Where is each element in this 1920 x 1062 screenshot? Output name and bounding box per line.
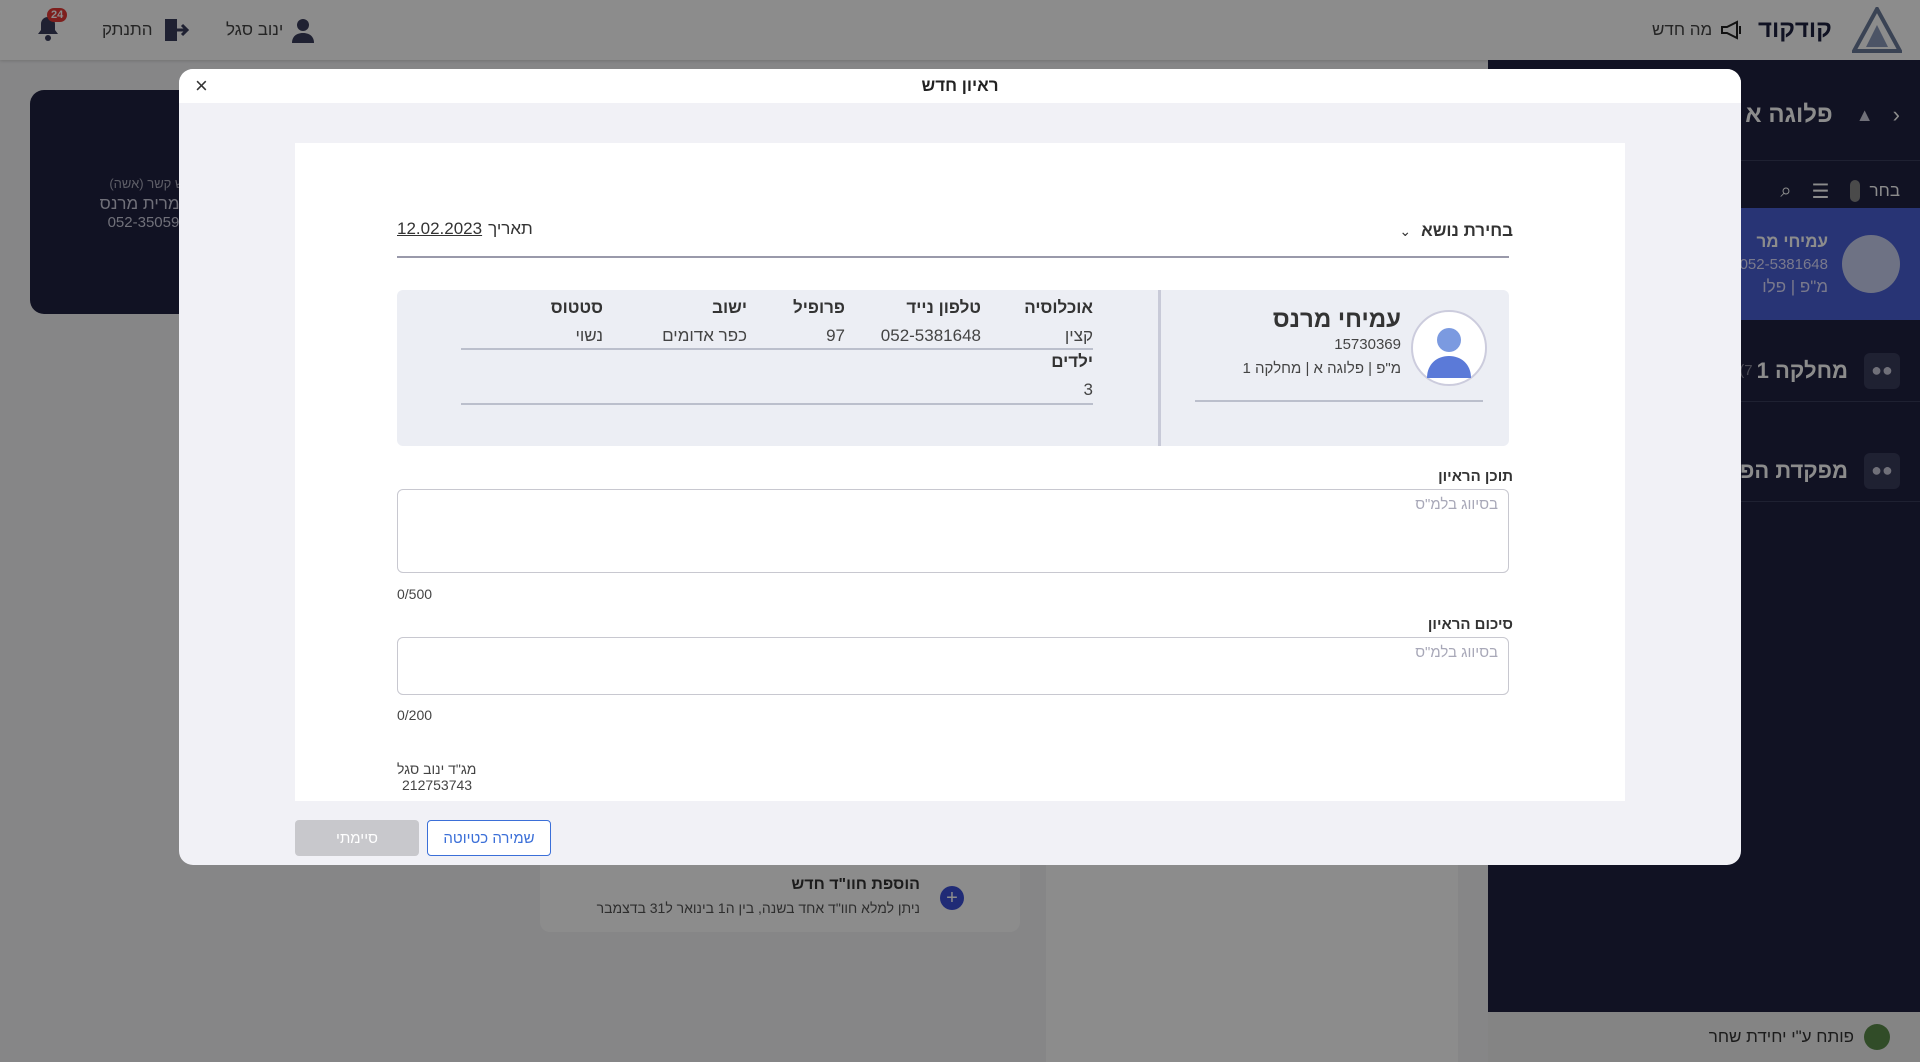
person-avatar-icon: [1427, 328, 1471, 378]
person-info-box: עמיחי מרנס 15730369 מ"פ | פלוגה א | מחלק…: [397, 290, 1509, 446]
divider: [1158, 290, 1161, 446]
save-draft-button[interactable]: שמירה כטיוטה: [427, 820, 551, 856]
content-counter: 0/500: [397, 586, 433, 602]
date-label: תאריך: [488, 219, 533, 238]
date-field[interactable]: 12.02.2023 תאריך: [397, 219, 533, 239]
chevron-down-icon: ⌄: [1399, 222, 1412, 239]
interviewer-id: 212753743: [402, 777, 473, 793]
done-button[interactable]: סיימתי: [295, 820, 419, 856]
topic-label: בחירת נושא: [1421, 221, 1513, 240]
field-city: ישוב כפר אדומים: [662, 298, 747, 345]
person-id: 15730369: [1334, 336, 1401, 353]
date-value: 12.02.2023: [397, 219, 483, 238]
avatar: [1411, 310, 1487, 386]
modal-title: ראיון חדש: [921, 76, 999, 95]
content-label: תוכן הראיון: [1438, 468, 1513, 485]
close-icon[interactable]: ×: [195, 73, 208, 99]
interviewer-role: מג"ד ינוב סגל: [397, 761, 477, 777]
divider: [461, 403, 1093, 405]
modal-panel: ⌄ בחירת נושא 12.02.2023 תאריך עמיחי מרנס…: [295, 143, 1625, 801]
person-unit: מ"פ | פלוגה א | מחלקה 1: [1242, 360, 1401, 377]
field-children: ילדים 3: [1051, 352, 1093, 399]
summary-label: סיכום הראיון: [1427, 616, 1513, 633]
divider: [397, 256, 1509, 258]
content-placeholder: בסיווג בלמ"ס: [1415, 496, 1498, 513]
summary-textarea[interactable]: בסיווג בלמ"ס: [397, 637, 1509, 695]
new-interview-modal: ראיון חדש × ⌄ בחירת נושא 12.02.2023 תארי…: [179, 69, 1741, 865]
person-name: עמיחי מרנס: [1272, 306, 1401, 333]
summary-placeholder: בסיווג בלמ"ס: [1415, 644, 1498, 661]
divider: [461, 348, 1093, 350]
modal-header: ראיון חדש ×: [179, 69, 1741, 103]
field-phone: טלפון נייד 052-5381648: [880, 298, 981, 345]
summary-counter: 0/200: [397, 707, 433, 723]
divider: [1195, 400, 1483, 402]
content-textarea[interactable]: בסיווג בלמ"ס: [397, 489, 1509, 573]
field-profile: פרופיל 97: [793, 298, 845, 345]
field-population: אוכלוסיה קצין: [1024, 298, 1093, 345]
topic-select[interactable]: ⌄ בחירת נושא: [1399, 221, 1513, 241]
field-status: סטטוס נשוי: [550, 298, 603, 345]
